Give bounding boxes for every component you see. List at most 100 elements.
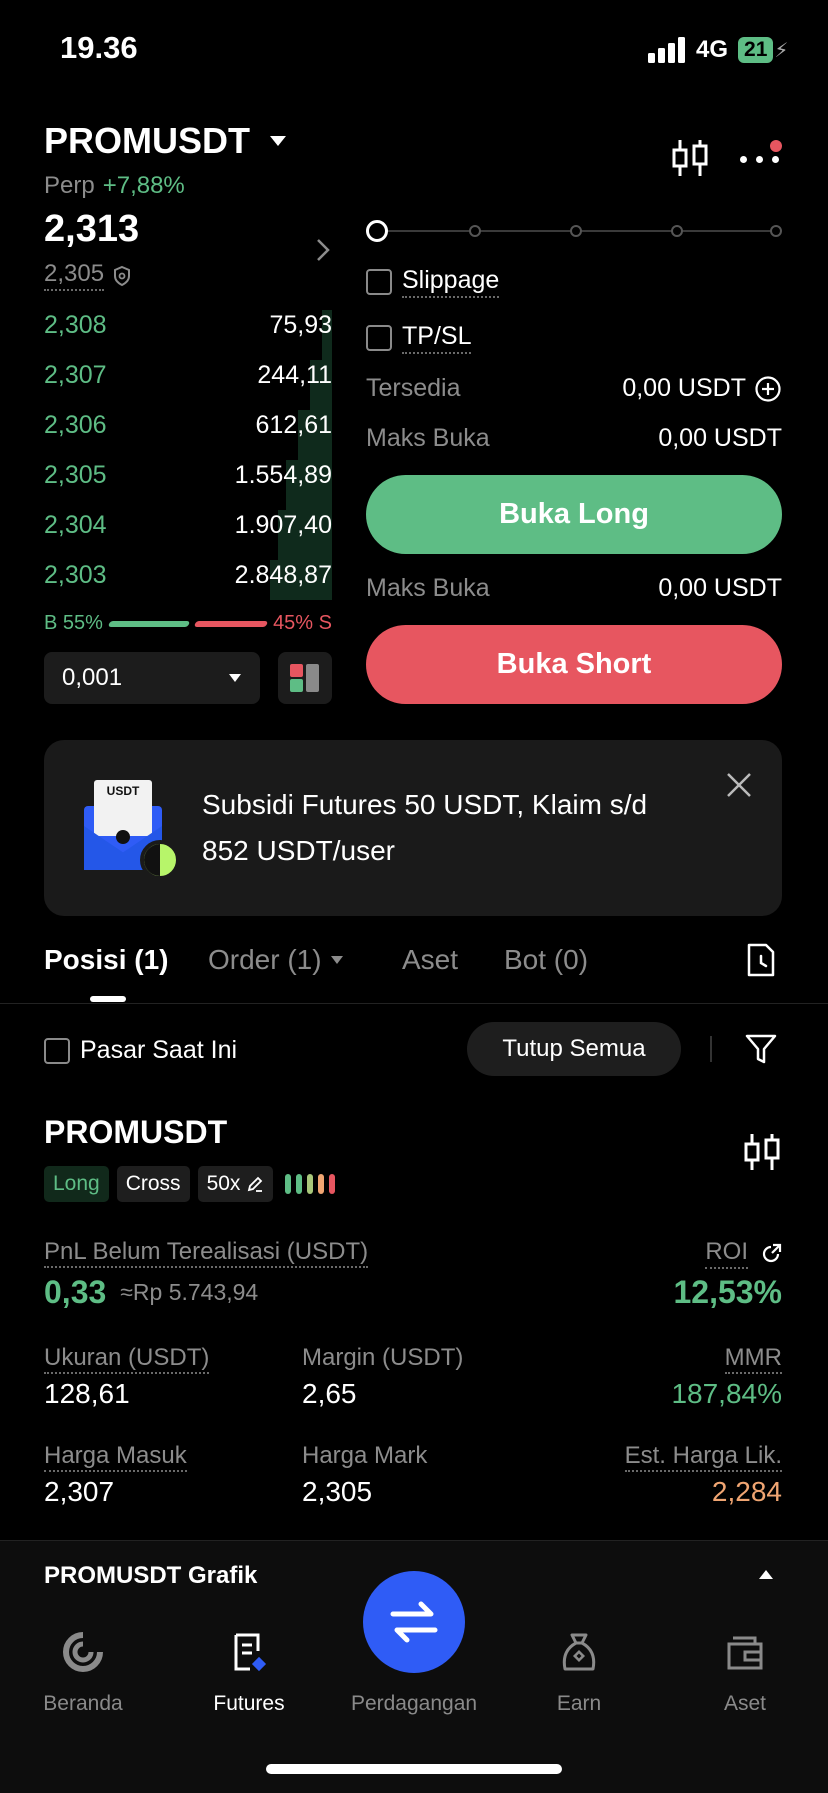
current-market-filter[interactable]: Pasar Saat Ini xyxy=(44,1036,237,1065)
nav-assets[interactable]: Aset xyxy=(662,1622,828,1716)
size-label: Ukuran (USDT) xyxy=(44,1344,210,1374)
nav-trade[interactable]: Perdagangan xyxy=(331,1622,497,1716)
entry-price-value: 2,307 xyxy=(44,1476,115,1507)
nav-assets-label: Aset xyxy=(723,1692,767,1715)
nav-earn[interactable]: Earn xyxy=(496,1622,662,1716)
orderbook-qty: 75,93 xyxy=(269,310,332,339)
tpsl-toggle[interactable]: TP/SL xyxy=(366,322,472,354)
mmr-value: 187,84% xyxy=(671,1378,782,1409)
orderbook-qty: 1.907,40 xyxy=(234,510,332,539)
size-value: 128,61 xyxy=(44,1378,130,1409)
promo-line-2: 852 USDT/user xyxy=(202,835,395,866)
tpsl-label: TP/SL xyxy=(402,322,472,354)
battery-icon: 21 ⚡ xyxy=(738,37,788,63)
open-short-button[interactable]: Buka Short xyxy=(366,625,782,704)
orderbook-price: 2,307 xyxy=(44,360,107,389)
roi-label: ROI xyxy=(705,1238,748,1269)
orderbook-qty: 2.848,87 xyxy=(234,560,332,589)
liq-label-text: Est. Harga Lik. xyxy=(624,1442,782,1472)
orderbook-layout-button[interactable] xyxy=(278,652,332,704)
last-price: 2,313 xyxy=(44,208,140,250)
slider-handle[interactable] xyxy=(366,220,388,242)
slippage-toggle[interactable]: Slippage xyxy=(366,266,500,298)
current-market-checkbox[interactable] xyxy=(44,1037,70,1064)
chevron-right-icon[interactable] xyxy=(316,238,330,262)
liq-price-value: 2,284 xyxy=(711,1476,782,1507)
margin-label: Margin (USDT) xyxy=(302,1344,464,1371)
wallet-icon xyxy=(727,1636,763,1670)
caret-down-icon xyxy=(229,674,241,682)
mark-price-label: Harga Mark xyxy=(302,1442,428,1469)
max-open-label: Maks Buka xyxy=(366,424,490,452)
tab-bots[interactable]: Bot (0) xyxy=(504,944,588,976)
promo-text: Subsidi Futures 50 USDT, Klaim s/d 852 U… xyxy=(202,782,647,874)
orderbook-row[interactable]: 2,307 244,11 xyxy=(44,350,332,400)
nav-home[interactable]: Beranda xyxy=(0,1622,166,1716)
pnl-label: PnL Belum Terealisasi (USDT) xyxy=(44,1238,369,1268)
orderbook-row[interactable]: 2,304 1.907,40 xyxy=(44,500,332,550)
open-long-button[interactable]: Buka Long xyxy=(366,475,782,554)
slippage-checkbox[interactable] xyxy=(366,269,392,295)
orderbook-qty: 612,61 xyxy=(255,410,332,439)
mmr-label-text: MMR xyxy=(724,1344,782,1374)
position-symbol[interactable]: PROMUSDT xyxy=(44,1114,227,1151)
close-all-button[interactable]: Tutup Semua xyxy=(467,1022,681,1076)
tab-orders[interactable]: Order (1) xyxy=(208,944,344,976)
signal-icon xyxy=(648,37,685,63)
tab-assets[interactable]: Aset xyxy=(402,944,458,976)
network-label: 4G xyxy=(696,36,729,63)
close-icon[interactable] xyxy=(726,772,752,798)
roi-value: 12,53% xyxy=(673,1274,782,1310)
envelope-badge: USDT xyxy=(106,784,140,798)
tab-indicator xyxy=(90,996,126,1002)
tab-positions[interactable]: Posisi (1) xyxy=(44,944,168,976)
roi-label-row: ROI xyxy=(705,1238,782,1269)
orderbook-price: 2,308 xyxy=(44,310,107,339)
buy-ratio-bar xyxy=(107,620,191,627)
mmr-label: MMR xyxy=(724,1344,782,1374)
candlestick-chart-icon[interactable] xyxy=(672,138,708,178)
buy-sell-ratio: B 55% 45% S xyxy=(44,612,332,635)
orderbook-row[interactable]: 2,305 1.554,89 xyxy=(44,450,332,500)
adl-indicator xyxy=(285,1174,336,1194)
pnl-values: 0,33 ≈Rp 5.743,94 xyxy=(44,1274,258,1311)
candlestick-chart-icon[interactable] xyxy=(744,1132,780,1172)
more-menu-icon[interactable] xyxy=(740,138,782,172)
filter-icon[interactable] xyxy=(744,1032,778,1066)
promo-line-1: Subsidi Futures 50 USDT, Klaim s/d xyxy=(202,789,648,820)
battery-level: 21 xyxy=(738,37,774,63)
nav-futures[interactable]: Futures xyxy=(166,1622,332,1716)
tab-orders-label: Order (1) xyxy=(208,944,322,975)
nav-earn-label: Earn xyxy=(556,1692,602,1715)
chart-title: PROMUSDT Grafik xyxy=(44,1562,258,1589)
share-icon[interactable] xyxy=(760,1243,782,1265)
caret-up-icon[interactable] xyxy=(758,1568,774,1580)
margin-mode-tag[interactable]: Cross xyxy=(116,1166,190,1202)
entry-price-label: Harga Masuk xyxy=(44,1442,187,1472)
leverage-slider[interactable] xyxy=(366,220,782,242)
nav-trade-label: Perdagangan xyxy=(350,1692,478,1715)
buy-ratio: B 55% xyxy=(44,612,103,634)
orderbook-row[interactable]: 2,303 2.848,87 xyxy=(44,550,332,600)
current-market-label: Pasar Saat Ini xyxy=(80,1036,238,1064)
home-icon xyxy=(63,1632,103,1672)
leverage-tag[interactable]: 50x xyxy=(197,1166,274,1202)
nav-futures-label: Futures xyxy=(213,1692,285,1715)
tab-positions-label: Posisi (1) xyxy=(44,944,169,975)
leverage-value: 50x xyxy=(206,1172,241,1195)
history-document-icon[interactable] xyxy=(746,942,776,978)
mark-price-row: 2,305 xyxy=(44,260,132,291)
ratio-bar xyxy=(107,620,269,627)
promo-banner[interactable]: USDT Subsidi Futures 50 USDT, Klaim s/d … xyxy=(44,740,782,916)
liq-price-label: Est. Harga Lik. xyxy=(624,1442,782,1472)
tpsl-checkbox[interactable] xyxy=(366,325,392,351)
precision-select[interactable]: 0,001 xyxy=(44,652,260,704)
orderbook-row[interactable]: 2,306 612,61 xyxy=(44,400,332,450)
max-open-label: Maks Buka xyxy=(366,574,490,602)
add-circle-icon[interactable] xyxy=(754,375,782,403)
status-icons: 4G 21 ⚡ xyxy=(648,36,788,64)
symbol-selector[interactable]: PROMUSDT xyxy=(44,120,288,162)
orderbook-row[interactable]: 2,308 75,93 xyxy=(44,300,332,350)
max-open-long-value: 0,00 USDT xyxy=(658,424,782,452)
money-bag-icon xyxy=(562,1633,596,1671)
